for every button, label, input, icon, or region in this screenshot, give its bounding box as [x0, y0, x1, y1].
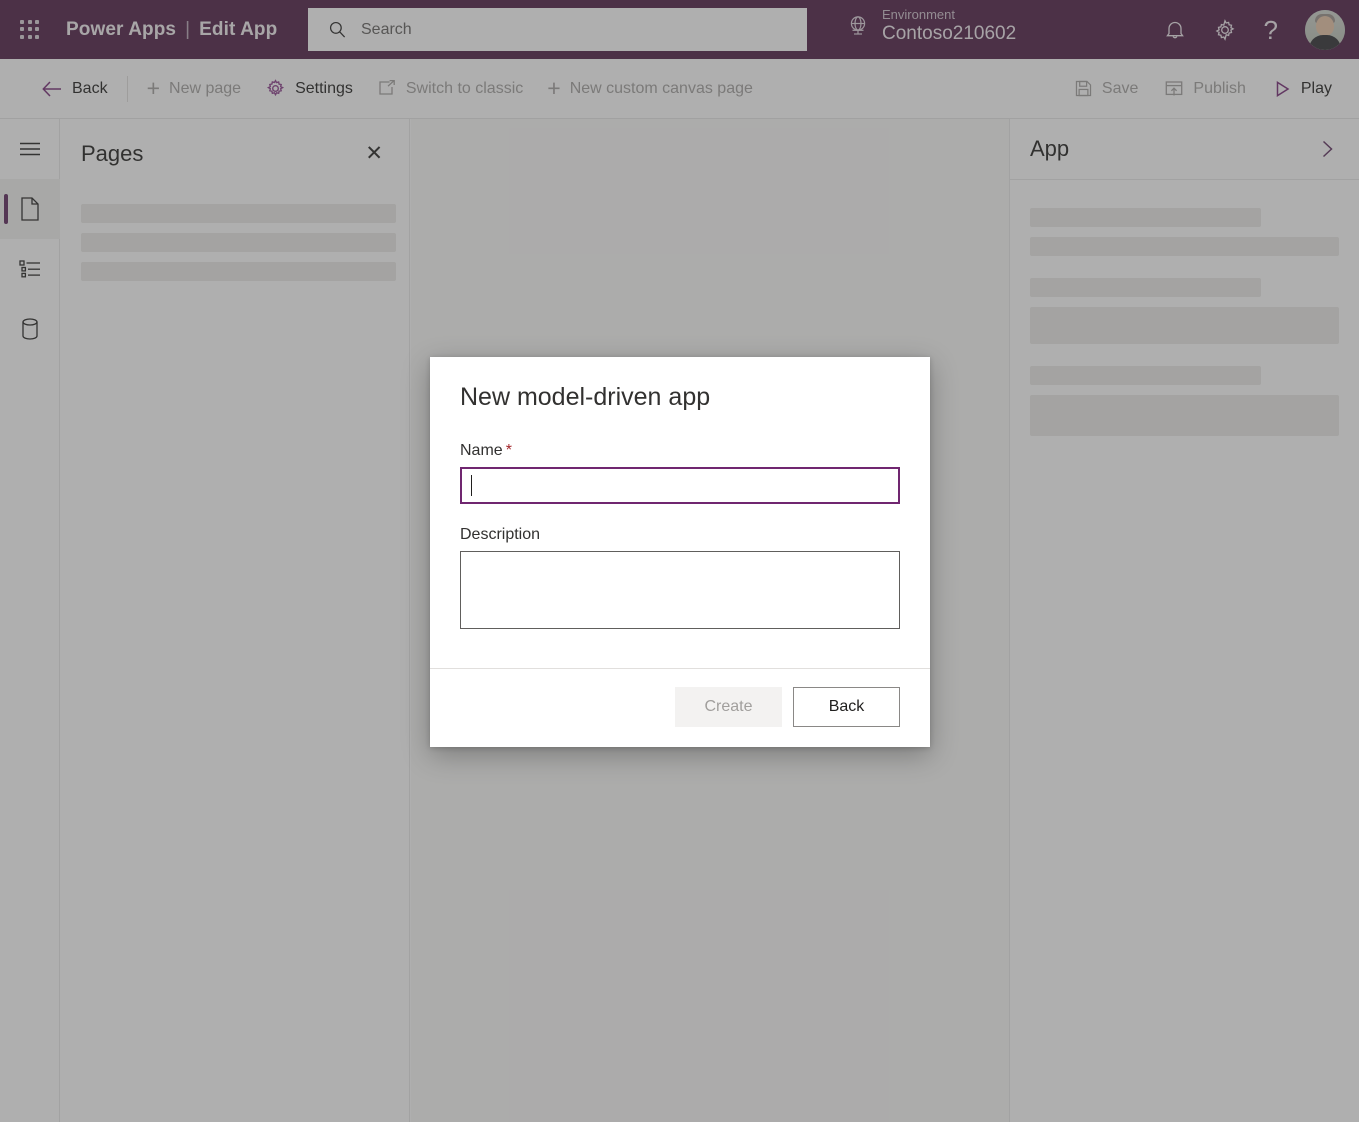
create-button[interactable]: Create	[675, 687, 782, 727]
text-cursor	[471, 475, 472, 496]
dialog-body: New model-driven app Name * Description	[430, 357, 930, 668]
name-field-label: Name *	[460, 442, 900, 460]
name-label-text: Name	[460, 442, 503, 459]
description-field-label: Description	[460, 526, 541, 543]
name-input-wrapper	[460, 467, 900, 504]
dialog-title: New model-driven app	[460, 383, 711, 411]
dialog-footer: Create Back	[430, 668, 930, 747]
back-button[interactable]: Back	[793, 687, 900, 727]
name-field-group: Name *	[460, 442, 900, 504]
description-input[interactable]	[460, 551, 900, 629]
name-input[interactable]	[460, 467, 900, 504]
new-model-driven-app-dialog: New model-driven app Name * Description C…	[430, 357, 930, 747]
description-field-group: Description	[460, 526, 900, 634]
required-asterisk: *	[505, 442, 512, 459]
